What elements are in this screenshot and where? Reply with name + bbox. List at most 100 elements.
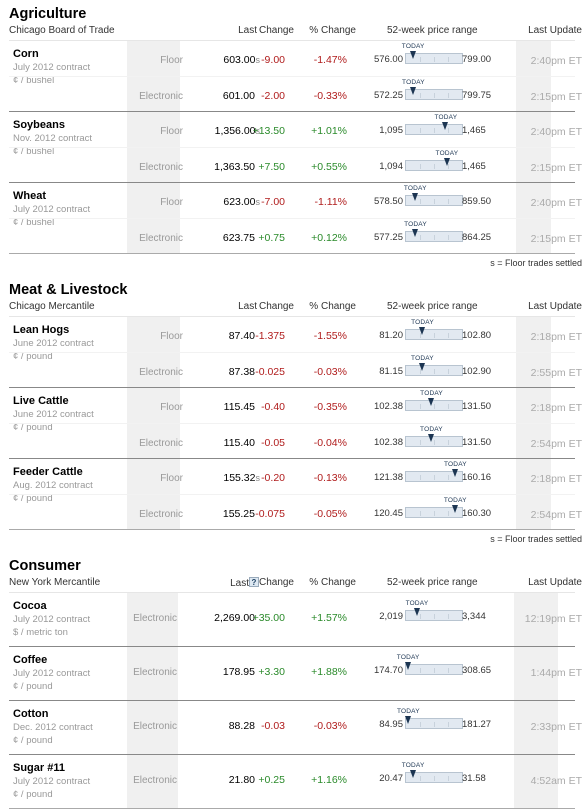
- market-type-label: Electronic: [139, 367, 183, 378]
- price-change: +35.00: [252, 612, 285, 624]
- range-tick: [434, 440, 435, 445]
- range-tick: [420, 404, 421, 409]
- today-marker-icon: [419, 363, 426, 371]
- market-type-label: Electronic: [139, 509, 183, 520]
- last-update-time: 2:15pm ET: [530, 162, 582, 174]
- last-update-time: 2:15pm ET: [530, 91, 582, 103]
- market-type-label: Floor: [160, 473, 183, 484]
- range-high: 1,465: [462, 161, 486, 172]
- column-header-change: Change: [258, 577, 294, 588]
- range-high: 160.30: [462, 508, 492, 519]
- last-price-value: 603.00: [223, 54, 256, 66]
- quote-row: Floor 623.00s -7.00 -1.11% 578.50 859.50 TODAY…: [9, 183, 582, 218]
- range-high: 1,465: [462, 125, 486, 136]
- range-low: 20.47: [379, 773, 403, 784]
- range-low: 102.38: [373, 401, 403, 412]
- column-header-range: 52-week price range: [387, 301, 478, 312]
- percent-change: -1.55%: [313, 330, 347, 342]
- percent-change: -0.35%: [313, 401, 347, 413]
- today-label: TODAY: [404, 221, 427, 228]
- today-label: TODAY: [435, 150, 459, 157]
- last-price-value: 1,356.00: [214, 125, 256, 137]
- section-consumer: Consumer New York Mercantile Last? Change % …: [9, 558, 582, 809]
- range-high: 31.58: [462, 773, 486, 784]
- range-tick: [448, 511, 449, 516]
- range-low: 84.95: [379, 719, 403, 730]
- range-tick: [434, 333, 435, 338]
- range-tick: [448, 199, 449, 204]
- column-header-row: New York Mercantile Last? Change % Change 52…: [9, 575, 582, 592]
- today-label: TODAY: [401, 762, 425, 769]
- range-tick: [448, 404, 449, 409]
- column-header-row: Chicago Mercantile Last Change % Change 52-w…: [9, 299, 582, 316]
- last-price-value: 155.25: [222, 508, 255, 520]
- price-change: -7.00: [261, 196, 285, 208]
- column-header-last: Last: [238, 25, 257, 36]
- commodity-group: Corn July 2012 contract ¢ / bushel Floor 603…: [9, 41, 582, 112]
- price-change: -0.075: [255, 508, 285, 520]
- range-tick: [434, 475, 435, 480]
- range-high: 3,344: [462, 611, 486, 622]
- range-bar: [405, 664, 463, 675]
- price-change: +13.50: [252, 125, 285, 137]
- quote-row: Electronic 87.38 -0.025 -0.03% 81.15 102.90 TO…: [9, 352, 582, 387]
- percent-change: +0.55%: [311, 161, 347, 173]
- market-type-label: Electronic: [133, 613, 177, 624]
- section-title: Agriculture: [9, 6, 87, 22]
- range-high: 131.50: [462, 401, 492, 412]
- column-header-last-label: Last: [230, 578, 249, 589]
- range-tick: [448, 369, 449, 374]
- last-price-value: 623.00: [223, 196, 256, 208]
- last-price: 115.40: [224, 437, 255, 449]
- market-type-label: Electronic: [139, 438, 183, 449]
- range-tick: [420, 57, 421, 62]
- today-marker-icon: [413, 608, 420, 616]
- last-price: 155.25: [223, 508, 255, 520]
- quote-row: Floor 1,356.00s +13.50 +1.01% 1,095 1,465 TODA…: [9, 112, 582, 147]
- commodity-group: Cotton Dec. 2012 contract ¢ / pound Electro…: [9, 701, 582, 755]
- range-bar: [405, 160, 463, 171]
- range-high: 859.50: [462, 196, 492, 207]
- market-type-label: Electronic: [139, 233, 183, 244]
- percent-change: -0.05%: [313, 508, 347, 520]
- quote-row: Electronic 155.25 -0.075 -0.05% 120.45 160.30…: [9, 494, 582, 529]
- range-high: 102.90: [462, 366, 492, 377]
- commodity-group: Lean Hogs June 2012 contract ¢ / pound Floo…: [9, 317, 582, 388]
- commodity-group: Coffee July 2012 contract ¢ / pound Electro…: [9, 647, 582, 701]
- range-high: 131.50: [462, 437, 492, 448]
- last-price: 87.40: [229, 330, 255, 342]
- column-header-pct-change: % Change: [309, 301, 356, 312]
- range-high: 799.00: [462, 54, 492, 65]
- column-header-last-update: Last Update: [528, 25, 582, 36]
- last-update-time: 2:33pm ET: [530, 721, 582, 733]
- today-label: TODAY: [434, 114, 458, 121]
- price-range-widget: 576.00 799.00 TODAY: [366, 43, 516, 67]
- today-label: TODAY: [443, 497, 467, 504]
- price-range-widget: 577.25 864.25 TODAY: [366, 221, 516, 245]
- range-tick: [420, 511, 421, 516]
- today-label: TODAY: [420, 390, 443, 397]
- exchange-name: Chicago Mercantile: [9, 301, 95, 312]
- today-marker-icon: [419, 327, 426, 335]
- range-tick: [434, 199, 435, 204]
- quote-row: Floor 115.45 -0.40 -0.35% 102.38 131.50 TODAY 2…: [9, 388, 582, 423]
- price-change: +7.50: [258, 161, 285, 173]
- commodity-group: Feeder Cattle Aug. 2012 contract ¢ / pound…: [9, 459, 582, 530]
- exchange-name: Chicago Board of Trade: [9, 25, 115, 36]
- today-label: TODAY: [411, 355, 434, 362]
- last-price: 623.00s: [223, 196, 260, 208]
- footnote: s = Floor trades settled: [490, 258, 582, 268]
- price-range-widget: 578.50 859.50 TODAY: [366, 185, 516, 209]
- help-icon[interactable]: ?: [249, 577, 259, 587]
- percent-change: -0.04%: [313, 437, 347, 449]
- range-tick: [420, 668, 421, 673]
- today-marker-icon: [442, 122, 449, 130]
- last-price: 155.32s: [223, 472, 260, 484]
- price-change: -0.03: [261, 720, 285, 732]
- column-header-row: Chicago Board of Trade Last Change % Change…: [9, 23, 582, 40]
- today-marker-icon: [409, 51, 416, 59]
- market-type-label: Electronic: [139, 91, 183, 102]
- price-change: +0.75: [258, 232, 285, 244]
- range-tick: [420, 199, 421, 204]
- today-marker-icon: [451, 505, 458, 513]
